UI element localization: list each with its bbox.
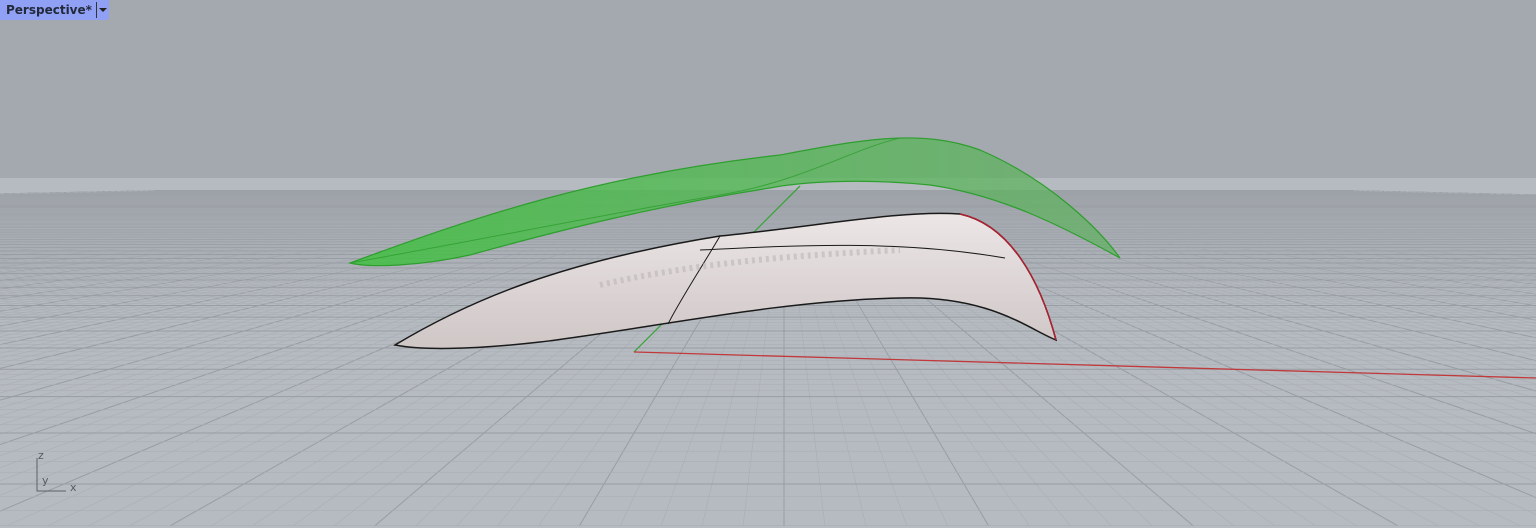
axis-label-y: y bbox=[42, 474, 49, 487]
viewport-title-tab[interactable]: Perspective* bbox=[0, 0, 109, 20]
perspective-viewport[interactable]: Perspective* z y x bbox=[0, 0, 1536, 528]
axis-label-z: z bbox=[38, 449, 44, 462]
viewport-title[interactable]: Perspective* bbox=[0, 0, 96, 20]
triangle-down-icon[interactable] bbox=[97, 0, 109, 20]
viewport-scene[interactable] bbox=[0, 0, 1536, 528]
axis-label-x: x bbox=[70, 481, 77, 494]
